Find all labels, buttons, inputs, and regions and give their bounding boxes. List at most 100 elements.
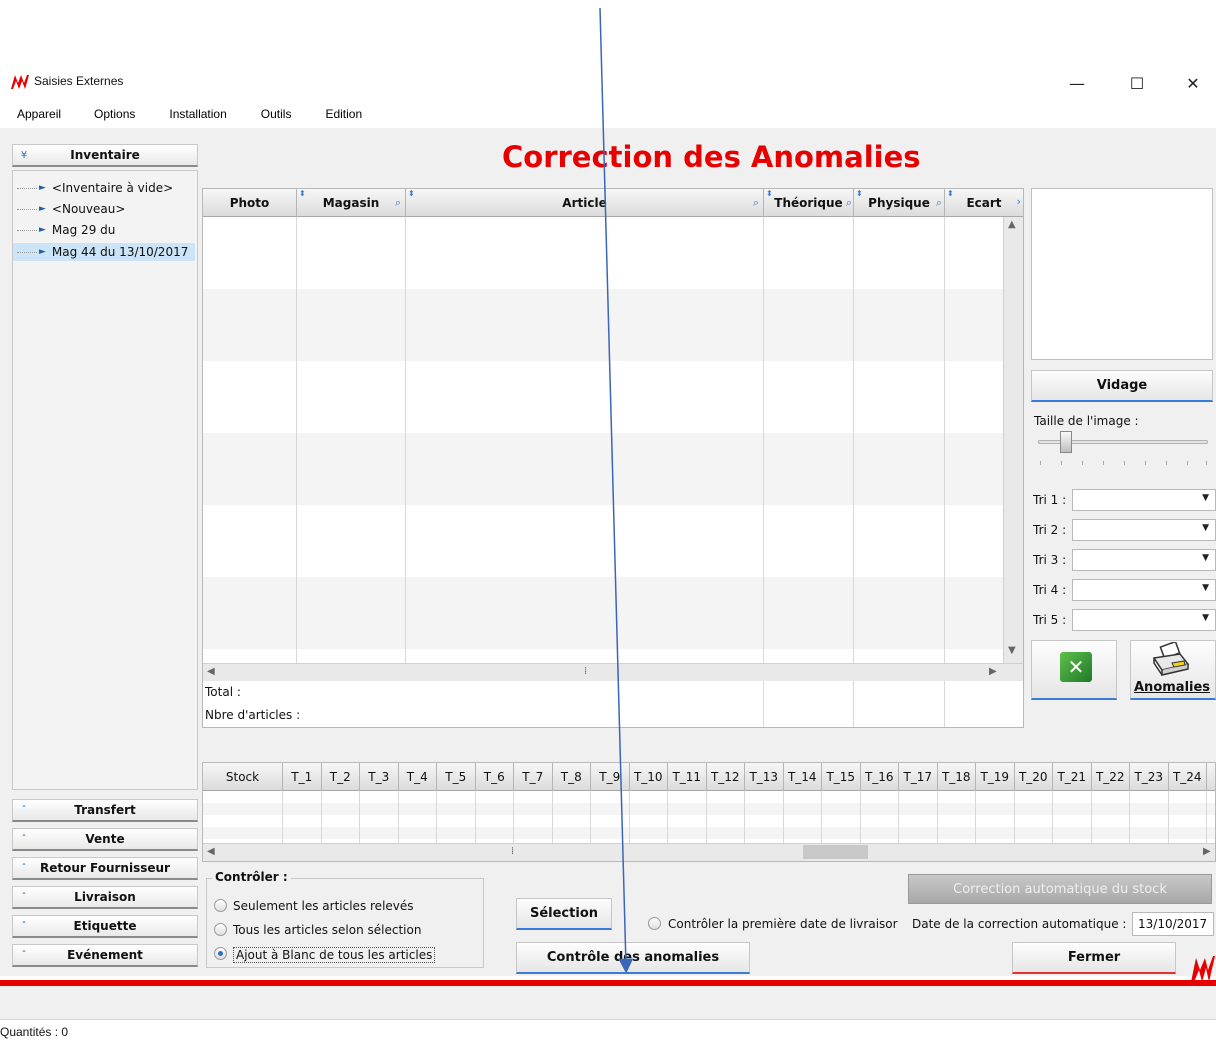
size-column-header[interactable]: T_1 (283, 763, 322, 791)
grid-horizontal-scrollbar[interactable]: ◀ ⁞ ▶ (203, 663, 1023, 681)
sort-icon: ⬍ (856, 189, 863, 198)
radio-tous-selon-selection[interactable] (214, 923, 227, 936)
search-icon[interactable]: ⌕ (846, 196, 852, 210)
tree-item[interactable]: ► <Inventaire à vide> (13, 179, 195, 197)
search-icon[interactable]: ⌕ (936, 196, 942, 210)
size-column-header[interactable]: T_7 (514, 763, 553, 791)
minimize-button[interactable]: — (1054, 68, 1100, 98)
controle-anomalies-button[interactable]: Contrôle des anomalies (516, 942, 750, 974)
table-row (203, 433, 1003, 505)
section-evenement-button[interactable]: ˆ Evénement (12, 944, 198, 967)
column-photo[interactable]: Photo (203, 189, 297, 217)
size-column-header[interactable]: T_16 (861, 763, 899, 791)
tri-1-select[interactable]: ▼ (1072, 489, 1216, 511)
size-column-header[interactable]: T_10 (630, 763, 668, 791)
tree-item[interactable]: ► <Nouveau> (13, 200, 195, 218)
section-retour-fournisseur-button[interactable]: ˆ Retour Fournisseur (12, 857, 198, 880)
tri-3-select[interactable]: ▼ (1072, 549, 1216, 571)
grid-vertical-scrollbar[interactable]: ▲ ▼ (1003, 217, 1023, 663)
tri-4-select[interactable]: ▼ (1072, 579, 1216, 601)
scroll-up-icon[interactable]: ▲ (1008, 219, 1016, 230)
scroll-right-icon[interactable]: ▶ (989, 666, 997, 677)
menu-appareil[interactable]: Appareil (0, 104, 77, 126)
size-column-header[interactable]: T_2 (322, 763, 360, 791)
column-article[interactable]: ⬍ Article ⌕ (406, 189, 764, 217)
size-grid-divider (782, 791, 784, 843)
section-inventaire-button[interactable]: ¥ Inventaire (12, 144, 198, 167)
size-column-header[interactable]: T_15 (822, 763, 861, 791)
section-transfert-button[interactable]: ˆ Transfert (12, 799, 198, 822)
size-grid-divider (667, 791, 668, 843)
size-column-header[interactable]: T_4 (399, 763, 437, 791)
size-grid-divider (282, 791, 283, 843)
radio-label: Seulement les articles relevés (233, 899, 414, 913)
selection-button[interactable]: Sélection (516, 898, 612, 930)
radio-ajout-blanc[interactable] (214, 947, 227, 960)
search-icon[interactable]: ⌕ (753, 196, 759, 210)
size-column-header[interactable]: T_9 (591, 763, 630, 791)
size-column-header[interactable]: Stock (203, 763, 283, 791)
image-size-slider-thumb[interactable] (1059, 431, 1072, 453)
fermer-button[interactable]: Fermer (1012, 942, 1176, 974)
size-grid-scroll-thumb[interactable] (803, 845, 868, 859)
column-physique[interactable]: ⬍ Physique ⌕ (854, 189, 945, 217)
size-column-header[interactable]: T_20 (1015, 763, 1053, 791)
grid-header: Photo ⬍ Magasin ⌕ ⬍ Article ⌕ ⬍ Théoriqu… (203, 189, 1023, 217)
column-magasin[interactable]: ⬍ Magasin ⌕ (297, 189, 406, 217)
tri-2-select[interactable]: ▼ (1072, 519, 1216, 541)
size-grid[interactable]: Stock T_1 T_2 T_3 T_4 T_5 T_6 T_7 T_8 T_9 T_10 T_11… (202, 762, 1216, 862)
size-column-header[interactable]: T_24 (1169, 763, 1207, 791)
anomalies-grid[interactable]: Photo ⬍ Magasin ⌕ ⬍ Article ⌕ ⬍ Théoriqu… (202, 188, 1024, 728)
close-button[interactable]: ✕ (1170, 68, 1216, 98)
tree-item-selected[interactable]: ► Mag 44 du 13/10/2017 (13, 243, 195, 261)
size-column-header[interactable]: T_23 (1130, 763, 1169, 791)
size-column-header[interactable]: T_17 (899, 763, 938, 791)
menu-options[interactable]: Options (77, 104, 152, 126)
size-grid-divider (1090, 791, 1092, 843)
chevron-right-icon[interactable]: › (1017, 195, 1021, 208)
tree-item[interactable]: ► Mag 29 du (13, 221, 195, 239)
scroll-right-icon[interactable]: ▶ (1203, 846, 1211, 857)
menu-installation[interactable]: Installation (152, 104, 243, 126)
column-ecart[interactable]: ⬍ Ecart › (945, 189, 1023, 217)
menu-outils[interactable]: Outils (244, 104, 309, 126)
size-column-header[interactable]: T_3 (360, 763, 399, 791)
size-grid-divider (859, 791, 861, 843)
size-grid-divider (975, 791, 976, 843)
vidage-button[interactable]: Vidage (1031, 370, 1213, 402)
size-column-header[interactable]: T (1207, 763, 1215, 791)
first-date-radio[interactable] (648, 917, 661, 930)
scroll-down-icon[interactable]: ▼ (1008, 645, 1016, 656)
tri-5-select[interactable]: ▼ (1072, 609, 1216, 631)
size-column-header[interactable]: T_19 (976, 763, 1015, 791)
size-column-header[interactable]: T_21 (1053, 763, 1092, 791)
column-theorique[interactable]: ⬍ Théorique ⌕ (764, 189, 854, 217)
section-vente-button[interactable]: ˆ Vente (12, 828, 198, 851)
auto-correction-date-input[interactable]: 13/10/2017 (1132, 912, 1214, 936)
size-column-header[interactable]: T_12 (707, 763, 745, 791)
scroll-left-icon[interactable]: ◀ (207, 666, 215, 677)
tri-3-label: Tri 3 : (1033, 553, 1067, 567)
menu-edition[interactable]: Edition (308, 104, 379, 126)
scroll-left-icon[interactable]: ◀ (207, 846, 215, 857)
size-grid-divider (1013, 791, 1015, 843)
sort-icon: ⬍ (408, 189, 415, 198)
size-column-header[interactable]: T_5 (437, 763, 476, 791)
search-icon[interactable]: ⌕ (395, 196, 401, 210)
size-column-header[interactable]: T_13 (745, 763, 784, 791)
size-grid-horizontal-scrollbar[interactable]: ◀ ⁞ ▶ (203, 843, 1215, 861)
size-grid-divider (1206, 791, 1207, 843)
size-column-header[interactable]: T_18 (938, 763, 976, 791)
radio-seulement-releves[interactable] (214, 899, 227, 912)
section-livraison-button[interactable]: ˆ Livraison (12, 886, 198, 909)
sort-icon: ⬍ (299, 189, 306, 198)
printer-icon (1152, 642, 1190, 676)
size-column-header[interactable]: T_6 (476, 763, 514, 791)
size-column-header[interactable]: T_22 (1092, 763, 1130, 791)
size-column-header[interactable]: T_8 (553, 763, 591, 791)
size-column-header[interactable]: T_14 (784, 763, 822, 791)
anomalies-button-label: Anomalies (1134, 680, 1211, 695)
section-etiquette-button[interactable]: ˆ Etiquette (12, 915, 198, 938)
size-column-header[interactable]: T_11 (668, 763, 707, 791)
maximize-button[interactable]: ☐ (1114, 68, 1160, 98)
